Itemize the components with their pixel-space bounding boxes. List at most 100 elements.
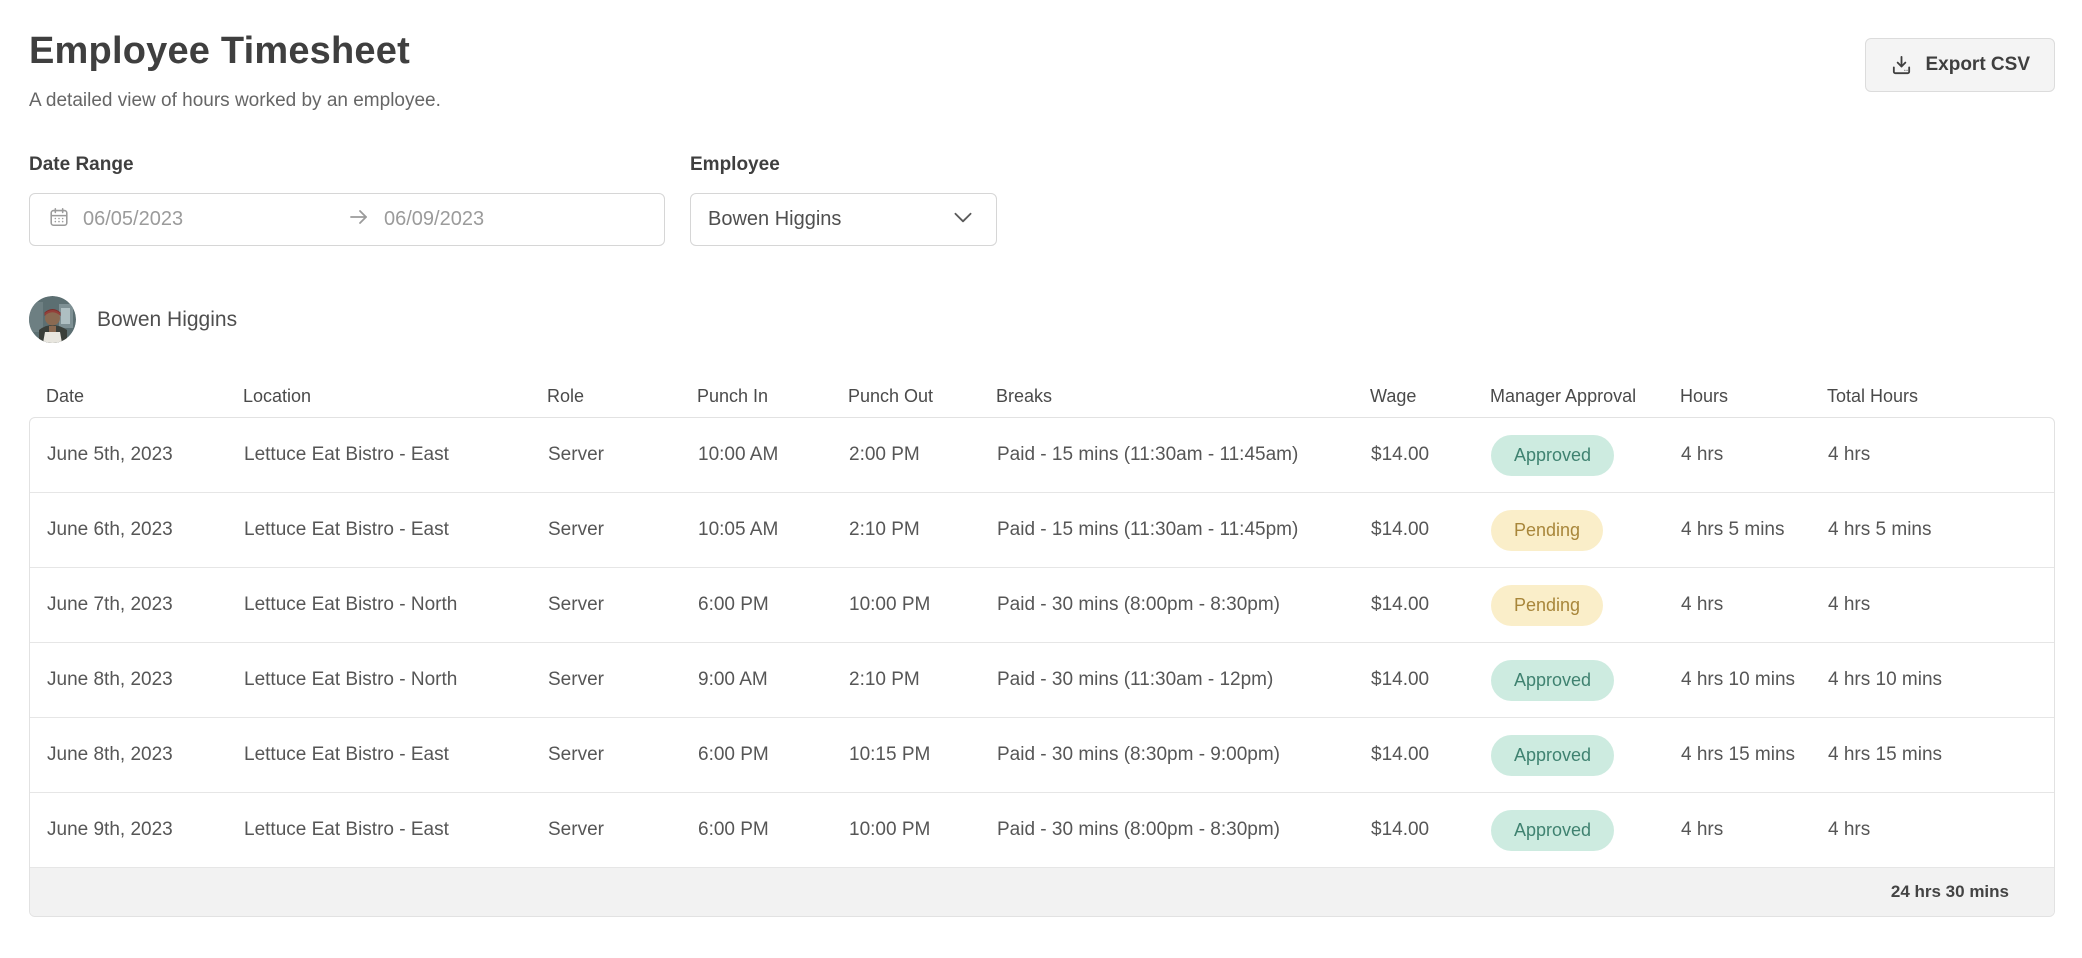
cell-total-hours: 4 hrs 15 mins [1811,744,2054,766]
table-row: June 9th, 2023 Lettuce Eat Bistro - East… [30,793,2054,868]
page-subtitle: A detailed view of hours worked by an em… [29,90,441,112]
cell-wage: $14.00 [1354,669,1474,691]
cell-role: Server [531,594,681,616]
table-body: June 5th, 2023 Lettuce Eat Bistro - East… [29,417,2055,917]
cell-hours: 4 hrs [1664,594,1811,616]
approval-badge: Approved [1491,660,1614,701]
cell-location: Lettuce Eat Bistro - East [227,744,531,766]
employee-label: Employee [690,154,997,176]
cell-date: June 7th, 2023 [30,594,227,616]
end-date-field[interactable]: 06/09/2023 [347,205,646,234]
employee-filter: Employee Bowen Higgins [690,154,997,246]
cell-role: Server [531,444,681,466]
table-row: June 7th, 2023 Lettuce Eat Bistro - Nort… [30,568,2054,643]
cell-breaks: Paid - 30 mins (8:00pm - 8:30pm) [980,594,1354,616]
cell-date: June 9th, 2023 [30,819,227,841]
cell-breaks: Paid - 30 mins (11:30am - 12pm) [980,669,1354,691]
cell-location: Lettuce Eat Bistro - East [227,819,531,841]
col-header-hours: Hours [1663,386,1810,407]
export-csv-button[interactable]: Export CSV [1865,38,2055,92]
chevron-down-icon [950,204,976,235]
cell-punch-in: 6:00 PM [681,744,832,766]
table-header-row: Date Location Role Punch In Punch Out Br… [29,375,2055,417]
page-header: Employee Timesheet A detailed view of ho… [29,30,2055,112]
cell-wage: $14.00 [1354,744,1474,766]
cell-role: Server [531,669,681,691]
cell-punch-in: 9:00 AM [681,669,832,691]
employee-timesheet-page: Employee Timesheet A detailed view of ho… [0,0,2082,958]
cell-hours: 4 hrs 5 mins [1664,519,1811,541]
col-header-total-hours: Total Hours [1810,386,2055,407]
start-date-value: 06/05/2023 [83,208,183,231]
date-range-input[interactable]: 06/05/2023 06/09/2023 [29,193,665,246]
download-icon [1890,54,1913,77]
start-date-field[interactable]: 06/05/2023 [48,206,347,233]
cell-role: Server [531,819,681,841]
cell-total-hours: 4 hrs 10 mins [1811,669,2054,691]
cell-punch-out: 10:15 PM [832,744,980,766]
cell-total-hours: 4 hrs 5 mins [1811,519,2054,541]
cell-wage: $14.00 [1354,819,1474,841]
col-header-wage: Wage [1353,386,1473,407]
col-header-breaks: Breaks [979,386,1353,407]
col-header-punch-in: Punch In [680,386,831,407]
cell-punch-in: 6:00 PM [681,594,832,616]
cell-wage: $14.00 [1354,444,1474,466]
cell-punch-in: 10:05 AM [681,519,832,541]
export-csv-label: Export CSV [1925,54,2030,76]
table-row: June 8th, 2023 Lettuce Eat Bistro - Nort… [30,643,2054,718]
timesheet-table: Date Location Role Punch In Punch Out Br… [29,375,2055,917]
employee-select[interactable]: Bowen Higgins [690,193,997,246]
table-row: June 8th, 2023 Lettuce Eat Bistro - East… [30,718,2054,793]
arrow-right-icon [347,205,371,234]
cell-date: June 8th, 2023 [30,744,227,766]
cell-role: Server [531,744,681,766]
cell-wage: $14.00 [1354,519,1474,541]
cell-punch-in: 6:00 PM [681,819,832,841]
employee-header: Bowen Higgins [29,296,2055,343]
cell-total-hours: 4 hrs [1811,594,2054,616]
cell-date: June 8th, 2023 [30,669,227,691]
approval-badge: Approved [1491,735,1614,776]
cell-hours: 4 hrs [1664,444,1811,466]
employee-name: Bowen Higgins [97,308,237,332]
end-date-value: 06/09/2023 [384,208,484,231]
page-header-text: Employee Timesheet A detailed view of ho… [29,30,441,112]
cell-wage: $14.00 [1354,594,1474,616]
cell-punch-out: 2:00 PM [832,444,980,466]
cell-punch-out: 10:00 PM [832,594,980,616]
table-row: June 5th, 2023 Lettuce Eat Bistro - East… [30,418,2054,493]
col-header-punch-out: Punch Out [831,386,979,407]
col-header-date: Date [29,386,226,407]
col-header-manager-approval: Manager Approval [1473,386,1663,407]
cell-punch-out: 2:10 PM [832,669,980,691]
employee-select-value: Bowen Higgins [708,208,841,231]
cell-hours: 4 hrs 15 mins [1664,744,1811,766]
cell-punch-out: 2:10 PM [832,519,980,541]
calendar-icon [48,206,70,233]
cell-total-hours: 4 hrs [1811,444,2054,466]
cell-date: June 6th, 2023 [30,519,227,541]
cell-total-hours: 4 hrs [1811,819,2054,841]
cell-role: Server [531,519,681,541]
cell-breaks: Paid - 15 mins (11:30am - 11:45am) [980,444,1354,466]
cell-punch-out: 10:00 PM [832,819,980,841]
cell-location: Lettuce Eat Bistro - North [227,669,531,691]
cell-location: Lettuce Eat Bistro - East [227,444,531,466]
col-header-role: Role [530,386,680,407]
cell-breaks: Paid - 30 mins (8:30pm - 9:00pm) [980,744,1354,766]
cell-location: Lettuce Eat Bistro - East [227,519,531,541]
cell-date: June 5th, 2023 [30,444,227,466]
cell-hours: 4 hrs 10 mins [1664,669,1811,691]
col-header-location: Location [226,386,530,407]
page-title: Employee Timesheet [29,30,441,73]
cell-location: Lettuce Eat Bistro - North [227,594,531,616]
avatar [29,296,76,343]
cell-breaks: Paid - 30 mins (8:00pm - 8:30pm) [980,819,1354,841]
table-footer: 24 hrs 30 mins [30,868,2054,916]
approval-badge: Pending [1491,510,1603,551]
date-range-label: Date Range [29,154,665,176]
cell-punch-in: 10:00 AM [681,444,832,466]
total-hours-summary: 24 hrs 30 mins [1891,882,2009,902]
filters: Date Range 06/05/2023 [29,154,2055,246]
